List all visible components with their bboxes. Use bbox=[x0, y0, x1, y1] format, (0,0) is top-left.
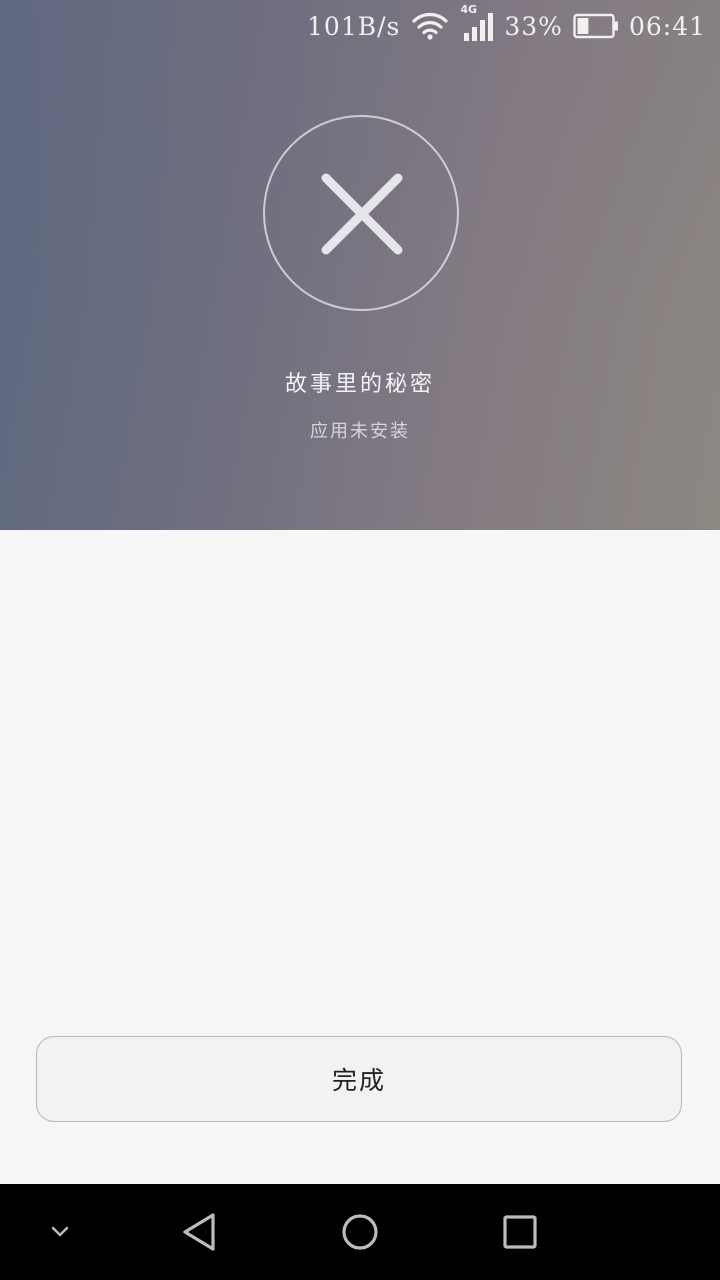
chevron-down-icon bbox=[49, 1225, 71, 1239]
recents-icon bbox=[502, 1214, 538, 1250]
wifi-icon bbox=[412, 12, 448, 40]
back-icon bbox=[180, 1211, 220, 1253]
install-status-text: 应用未安装 bbox=[310, 421, 410, 442]
hide-navigation-button[interactable] bbox=[30, 1184, 90, 1280]
navigation-bar bbox=[0, 1184, 720, 1280]
status-bar-right: 101B/s 4G 33% 06:41 bbox=[307, 3, 706, 44]
net-speed: 101B/s bbox=[307, 11, 401, 41]
home-button[interactable] bbox=[320, 1184, 400, 1280]
home-icon bbox=[340, 1212, 380, 1252]
install-failed-indicator bbox=[263, 115, 459, 311]
clock: 06:41 bbox=[628, 11, 706, 41]
recents-button[interactable] bbox=[480, 1184, 560, 1280]
status-bar: 101B/s 4G 33% 06:41 bbox=[0, 0, 720, 52]
back-button[interactable] bbox=[160, 1184, 240, 1280]
battery-icon bbox=[573, 13, 619, 39]
done-button-label: 完成 bbox=[331, 1066, 386, 1095]
done-button[interactable]: 完成 bbox=[36, 1036, 682, 1122]
battery-percent: 33% bbox=[504, 11, 563, 41]
app-name: 故事里的秘密 bbox=[284, 372, 435, 397]
cellular-signal-icon: 4G bbox=[458, 3, 494, 43]
